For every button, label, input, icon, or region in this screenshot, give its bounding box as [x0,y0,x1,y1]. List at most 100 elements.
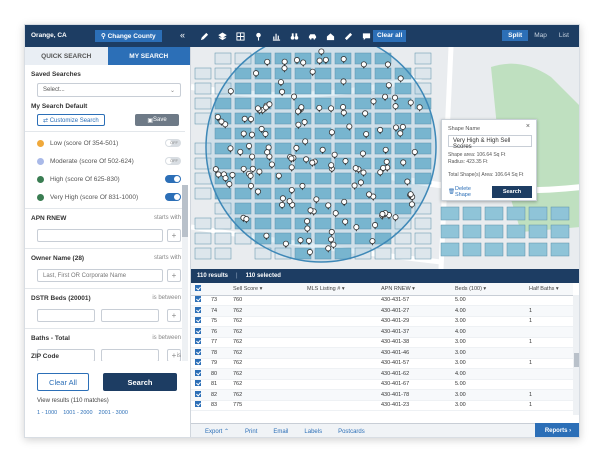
popup-search-button[interactable]: Search [492,186,532,198]
table-row[interactable]: 80 762 430-401-62 4.00 [191,368,573,380]
parcel[interactable] [194,82,212,95]
parcel[interactable] [550,206,570,221]
row-checkbox[interactable] [191,337,207,348]
pencil-icon[interactable] [195,25,213,47]
row-checkbox[interactable] [191,400,207,411]
parcel[interactable] [484,224,504,239]
table-row[interactable]: 81 762 430-401-67 5.00 [191,379,573,390]
parcel[interactable] [414,247,432,260]
parcel[interactable] [194,172,212,185]
parcel[interactable] [462,206,482,221]
toggle-very-high[interactable] [165,193,181,201]
view-split[interactable]: Split [502,30,529,41]
col-beds[interactable]: Beds (100) ▾ [451,283,525,296]
parcel[interactable] [528,206,548,221]
chart-icon[interactable] [267,25,285,47]
page-link[interactable]: 1001 - 2000 [63,410,92,416]
parcel[interactable] [194,247,212,260]
map-view[interactable]: Shape Name × Very High & High Sell Score… [191,47,579,269]
ruler-icon[interactable] [339,25,357,47]
row-checkbox[interactable] [191,326,207,338]
page-link[interactable]: 1 - 1000 [37,410,57,416]
grid-icon[interactable] [231,25,249,47]
parcel[interactable] [194,232,212,245]
parcel[interactable] [414,67,432,80]
table-row[interactable]: 75 762 430-401-29 3.00 1 [191,316,573,327]
add-owner-button[interactable]: + [167,269,181,282]
house-people-icon[interactable] [321,25,339,47]
parcel[interactable] [414,232,432,245]
apn-input[interactable] [37,229,163,242]
print-link[interactable]: Print [245,429,257,435]
select-all-checkbox[interactable] [191,283,207,296]
parcel[interactable] [440,224,460,239]
row-checkbox[interactable] [191,305,207,317]
view-map[interactable]: Map [528,30,553,41]
car-icon[interactable] [303,25,321,47]
tab-my-search[interactable]: MY SEARCH [107,47,190,65]
parcel[interactable] [414,217,432,230]
export-link[interactable]: Export ⌃ [205,428,229,435]
parcel[interactable] [550,224,570,239]
parcel[interactable] [440,206,460,221]
owner-field-header[interactable]: Owner Name (28) starts with [31,255,181,265]
row-checkbox[interactable] [191,368,207,380]
parcel[interactable] [506,206,526,221]
tab-quick-search[interactable]: QUICK SEARCH [25,47,108,65]
parcel[interactable] [506,224,526,239]
col-half-baths[interactable]: Half Baths ▾ [525,283,573,296]
customize-search-button[interactable]: ⇄ Customize Search [37,114,105,126]
parcel[interactable] [194,187,212,200]
toggle-high[interactable] [165,175,181,183]
beds-field-header[interactable]: DSTR Beds (20001) is between [31,295,181,305]
baths-field-header[interactable]: Baths - Total is between [31,335,181,345]
table-row[interactable]: 74 762 430-401-27 4.00 1 [191,305,573,317]
row-checkbox[interactable] [191,347,207,359]
row-checkbox[interactable] [191,358,207,369]
col-mls-listing[interactable]: MLS Listing # ▾ [303,283,377,296]
table-row[interactable]: 79 762 430-401-57 3.00 1 [191,358,573,369]
change-county-button[interactable]: ⚲ Change County [95,30,162,42]
col-sell-score[interactable]: Sell Score ▾ [229,283,303,296]
toggle-moderate[interactable]: OFF [165,157,181,165]
toggle-low[interactable]: OFF [165,139,181,147]
parcel[interactable] [462,242,482,257]
table-row[interactable]: 83 775 430-401-23 3.00 1 [191,400,573,411]
beds-min-input[interactable] [37,309,95,322]
search-button[interactable]: Search [103,373,177,391]
add-apn-button[interactable]: + [167,229,181,242]
clear-all-button[interactable]: Clear all [373,30,407,42]
delete-shape-button[interactable]: 🗑 Delete Shape [448,186,488,198]
table-row[interactable]: 77 762 430-401-38 3.00 1 [191,337,573,348]
parcel[interactable] [394,232,412,245]
beds-max-input[interactable] [101,309,159,322]
parcel[interactable] [194,217,212,230]
parcel[interactable] [484,206,504,221]
col-apn[interactable]: APN RNEW ▾ [377,283,451,296]
close-icon[interactable]: × [526,123,530,130]
parcel[interactable] [462,224,482,239]
table-row[interactable]: 73 760 430-431-57 5.00 [191,295,573,306]
labels-link[interactable]: Labels [304,429,322,435]
postcards-link[interactable]: Postcards [338,429,365,435]
parcel[interactable] [528,224,548,239]
parcel[interactable] [440,242,460,257]
save-button[interactable]: ▣ Save [135,114,179,126]
add-beds-button[interactable]: + [167,309,181,322]
row-checkbox[interactable] [191,389,207,401]
sidebar-scrollbar[interactable] [182,185,188,361]
results-scrollbar[interactable] [573,295,579,415]
owner-name-input[interactable]: Last, First OR Corporate Name [37,269,163,282]
parcel[interactable] [214,232,232,245]
parcel[interactable] [214,52,232,65]
table-row[interactable]: 76 762 430-401-37 4.00 [191,326,573,338]
parcel[interactable] [550,242,570,257]
page-link[interactable]: 2001 - 3000 [99,410,128,416]
saved-searches-select[interactable]: Select... ⌄ [37,83,181,97]
collapse-sidebar-icon[interactable]: « [180,30,185,40]
row-checkbox[interactable] [191,295,207,306]
apn-field-header[interactable]: APN RNEW starts with [31,215,181,225]
pin-icon[interactable] [249,25,267,47]
clear-all-filters-button[interactable]: Clear All [37,373,89,391]
parcel[interactable] [214,217,232,230]
